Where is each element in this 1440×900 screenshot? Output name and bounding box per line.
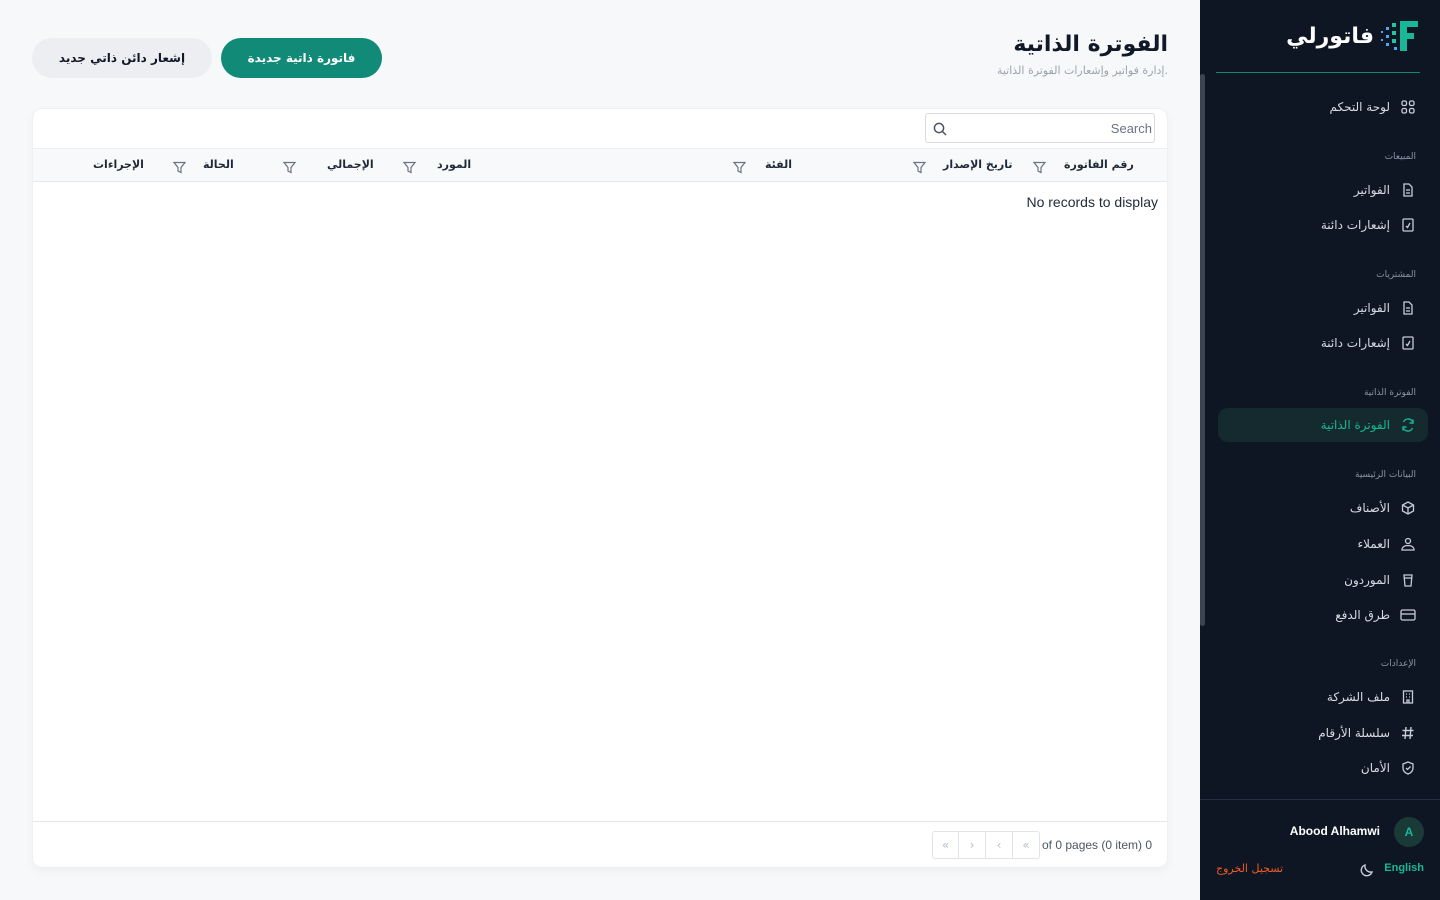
column-header-invoice-number[interactable]: رقم الفاتورة [1064, 158, 1134, 171]
users-icon [1400, 536, 1416, 552]
sidebar-item-suppliers[interactable]: الموردون [1218, 563, 1428, 597]
file-icon [1400, 300, 1416, 316]
section-master-data: البيانات الرئيسية [1355, 470, 1416, 480]
section-sales: المبيعات [1384, 152, 1416, 162]
sidebar-item-purchase-credit-notes[interactable]: إشعارات دائنة [1218, 326, 1428, 360]
sidebar-item-label: إشعارات دائنة [1320, 218, 1390, 232]
filter-icon[interactable] [1032, 159, 1047, 174]
sidebar-item-label: الأمان [1360, 761, 1390, 775]
sidebar-item-sales-invoices[interactable]: الفواتير [1218, 173, 1428, 207]
building-icon [1400, 689, 1416, 705]
column-header-actions[interactable]: الإجراءات [93, 158, 144, 171]
self-billing-grid: رقم الفاتورة تاريخ الإصدار الفئة المورد … [32, 108, 1168, 868]
empty-message: No records to display [1026, 194, 1158, 210]
first-page-button[interactable]: « [1013, 831, 1040, 859]
next-page-button[interactable]: › [959, 831, 986, 859]
sidebar-item-customers[interactable]: العملاء [1218, 527, 1428, 561]
moon-icon[interactable] [1359, 862, 1375, 878]
pager: « › ‹ « [932, 831, 1040, 859]
search-box [925, 113, 1155, 143]
page-subtitle: إدارة فواتير وإشعارات الفوترة الذاتية. [996, 64, 1168, 77]
sidebar-item-label: العملاء [1357, 537, 1390, 551]
search-icon[interactable] [933, 121, 947, 136]
section-settings: الإعدادات [1380, 659, 1416, 669]
column-header-total[interactable]: الإجمالي [327, 158, 374, 171]
section-self-billing: الفوترة الذاتية [1363, 388, 1416, 398]
sidebar-item-label: سلسلة الأرقام [1318, 726, 1390, 740]
cup-icon [1400, 572, 1416, 588]
sidebar-item-items[interactable]: الأصناف [1218, 491, 1428, 525]
note-icon [1400, 217, 1416, 233]
sidebar-item-label: الفواتير [1353, 301, 1390, 315]
logout-button[interactable]: تسجيل الخروج [1216, 862, 1283, 875]
filter-icon[interactable] [282, 159, 297, 174]
pager-info: of 0 pages (0 item) 0 [1042, 838, 1153, 852]
page-title: الفوترة الذاتية [1013, 32, 1168, 57]
sidebar: فاتورلي لوحة التحكم المبيعات الفواتير إش… [1200, 0, 1440, 900]
sidebar-item-label: الموردون [1344, 573, 1390, 587]
card-icon [1400, 607, 1416, 623]
column-header-status[interactable]: الحالة [203, 158, 234, 171]
sidebar-item-label: إشعارات دائنة [1320, 336, 1390, 350]
sidebar-item-label: الأصناف [1349, 501, 1390, 515]
column-header-category[interactable]: الفئة [765, 158, 792, 171]
filter-icon[interactable] [402, 159, 417, 174]
sidebar-item-label: لوحة التحكم [1329, 100, 1391, 114]
sidebar-nav: لوحة التحكم المبيعات الفواتير إشعارات دا… [1200, 86, 1440, 792]
column-header-supplier[interactable]: المورد [437, 158, 471, 171]
footer-divider [1200, 799, 1440, 800]
sidebar-item-label: الفوترة الذاتية [1320, 418, 1390, 432]
sidebar-item-number-series[interactable]: سلسلة الأرقام [1218, 716, 1428, 750]
sidebar-item-sales-credit-notes[interactable]: إشعارات دائنة [1218, 208, 1428, 242]
new-self-invoice-button[interactable]: فاتورة ذاتية جديدة [221, 38, 382, 78]
last-page-button[interactable]: « [932, 831, 959, 859]
sidebar-item-payment-methods[interactable]: طرق الدفع [1218, 598, 1428, 632]
sidebar-item-label: الفواتير [1353, 183, 1390, 197]
pager-divider [33, 821, 1167, 822]
brand[interactable]: فاتورلي [1286, 18, 1420, 54]
sidebar-item-purchase-invoices[interactable]: الفواتير [1218, 291, 1428, 325]
section-purchases: المشتريات [1376, 270, 1416, 280]
refresh-icon [1400, 417, 1416, 433]
filter-icon[interactable] [912, 159, 927, 174]
table-header: رقم الفاتورة تاريخ الإصدار الفئة المورد … [33, 148, 1167, 182]
shield-icon [1400, 760, 1416, 776]
sidebar-item-self-billing[interactable]: الفوترة الذاتية [1218, 408, 1428, 442]
column-header-issue-date[interactable]: تاريخ الإصدار [943, 158, 1013, 171]
new-self-credit-note-button[interactable]: إشعار دائن ذاتي جديد [32, 38, 212, 78]
sidebar-item-company-profile[interactable]: ملف الشركة [1218, 680, 1428, 714]
sidebar-scrollbar[interactable] [1200, 74, 1205, 626]
sidebar-item-label: طرق الدفع [1335, 608, 1390, 622]
search-input[interactable] [954, 114, 1154, 142]
note-icon [1400, 335, 1416, 351]
sidebar-item-label: ملف الشركة [1326, 690, 1390, 704]
file-icon [1400, 182, 1416, 198]
brand-divider [1216, 72, 1420, 73]
prev-page-button[interactable]: ‹ [986, 831, 1013, 859]
user-name: Abood Alhamwi [1289, 824, 1380, 838]
filter-icon[interactable] [172, 159, 187, 174]
hash-icon [1400, 725, 1416, 741]
filter-icon[interactable] [732, 159, 747, 174]
grid-icon [1400, 99, 1416, 115]
box-icon [1400, 500, 1416, 516]
language-toggle[interactable]: English [1384, 862, 1424, 874]
sidebar-item-security[interactable]: الأمان [1218, 751, 1428, 785]
sidebar-item-dashboard[interactable]: لوحة التحكم [1218, 90, 1428, 124]
avatar[interactable]: A [1394, 817, 1424, 847]
brand-name: فاتورلي [1286, 23, 1374, 49]
brand-logo-icon [1380, 19, 1420, 53]
